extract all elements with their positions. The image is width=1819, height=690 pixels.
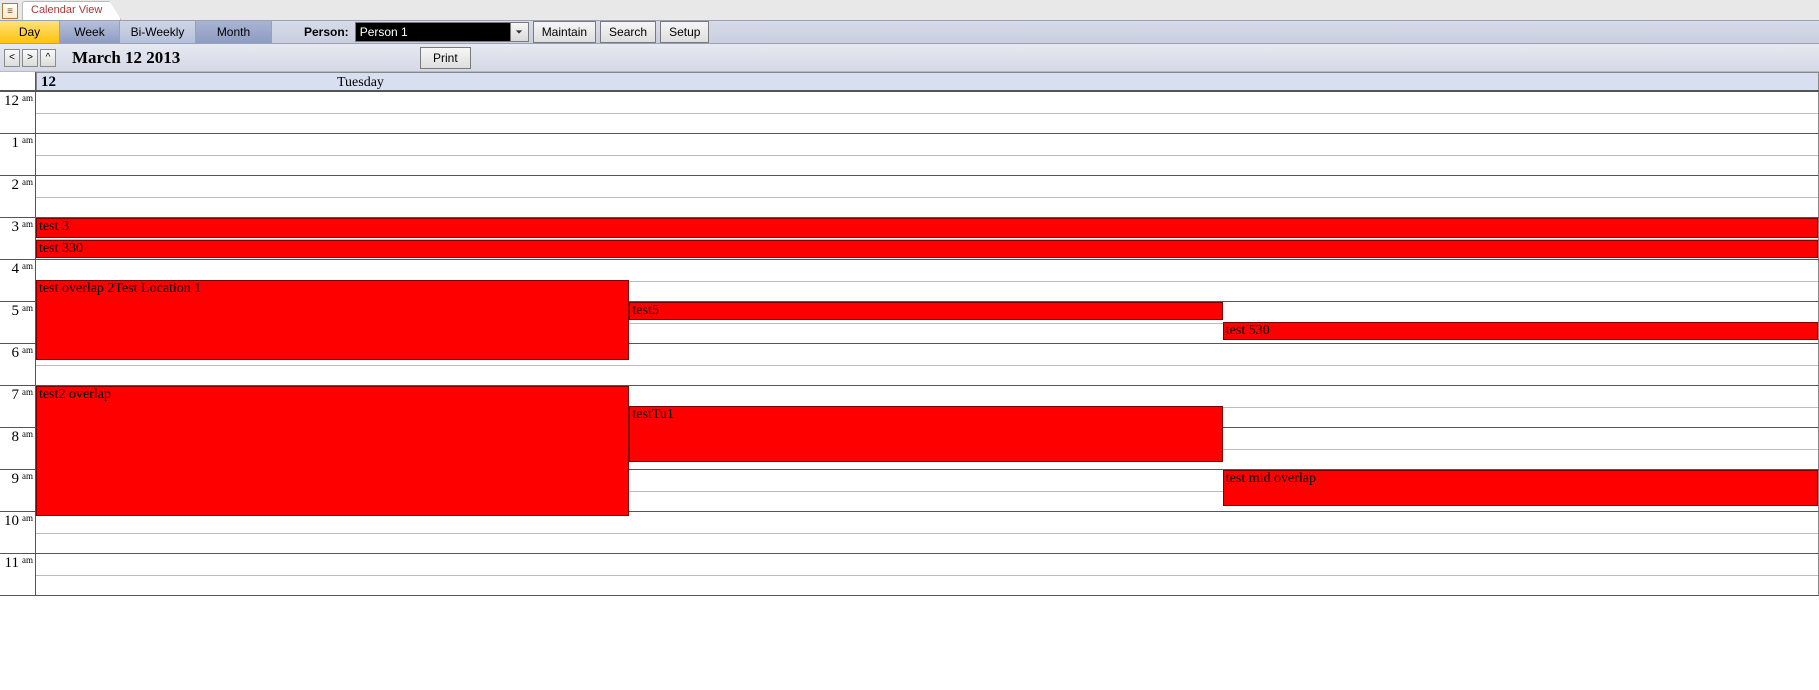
print-button-label: Print: [433, 51, 458, 65]
chevron-down-icon: [515, 28, 523, 36]
maintain-button[interactable]: Maintain: [533, 21, 596, 43]
date-title: March 12 2013: [72, 48, 180, 68]
calendar-grid: 12 am1 am2 am3 am4 am5 am6 am7 am8 am9 a…: [0, 92, 1819, 596]
time-label: 7 am: [0, 386, 36, 428]
time-column-header: [0, 72, 36, 90]
calendar-event[interactable]: testTu1: [629, 406, 1222, 462]
maintain-button-label: Maintain: [542, 25, 587, 39]
view-tab-day-label: Day: [19, 25, 40, 39]
toolbar: Day Week Bi-Weekly Month Person: Maintai…: [0, 20, 1819, 44]
person-combo[interactable]: [355, 22, 529, 42]
print-button[interactable]: Print: [420, 47, 471, 69]
person-input[interactable]: [356, 23, 510, 41]
time-label: 5 am: [0, 302, 36, 344]
setup-button[interactable]: Setup: [660, 21, 709, 43]
day-number: 12: [41, 74, 56, 91]
time-label: 11 am: [0, 554, 36, 596]
calendar-event[interactable]: test5: [629, 302, 1222, 320]
person-label: Person:: [304, 25, 349, 39]
calendar-event[interactable]: test 530: [1223, 322, 1818, 340]
time-label: 9 am: [0, 470, 36, 512]
calendar-event[interactable]: test 3: [36, 218, 1818, 238]
view-tab-biweekly-label: Bi-Weekly: [131, 25, 185, 39]
search-button[interactable]: Search: [600, 21, 656, 43]
view-tab-week-label: Week: [74, 25, 104, 39]
view-tabs: Day Week Bi-Weekly Month: [0, 21, 272, 43]
access-form-icon: ≡: [2, 3, 18, 19]
chevron-left-icon: <: [9, 52, 15, 63]
time-label: 4 am: [0, 260, 36, 302]
time-label: 3 am: [0, 218, 36, 260]
nav-next-button[interactable]: >: [22, 49, 38, 67]
document-tab-calendar[interactable]: Calendar View: [22, 1, 121, 20]
nav-row: < > ^ March 12 2013 Print: [0, 44, 1819, 72]
events-layer: test 3 test 330 test overlap 2Test Locatio…: [36, 92, 1818, 596]
calendar-event[interactable]: test 330: [36, 240, 1818, 258]
day-column-header[interactable]: 12 Tuesday: [36, 72, 1819, 90]
time-label: 8 am: [0, 428, 36, 470]
setup-button-label: Setup: [669, 25, 700, 39]
view-tab-month-label: Month: [217, 25, 250, 39]
time-label: 2 am: [0, 176, 36, 218]
nav-prev-button[interactable]: <: [4, 49, 20, 67]
chevron-right-icon: >: [27, 52, 33, 63]
view-tab-week[interactable]: Week: [60, 21, 120, 43]
calendar-event[interactable]: test2 overlap: [36, 386, 629, 516]
document-tabstrip: ≡ Calendar View: [0, 0, 1819, 20]
day-name: Tuesday: [337, 75, 384, 91]
nav-up-button[interactable]: ^: [40, 49, 56, 67]
day-header-row: 12 Tuesday: [0, 72, 1819, 92]
caret-up-icon: ^: [46, 52, 51, 63]
time-label: 1 am: [0, 134, 36, 176]
view-tab-month[interactable]: Month: [196, 21, 272, 43]
calendar-event[interactable]: test mid overlap: [1223, 470, 1818, 506]
calendar-event[interactable]: test overlap 2Test Location 1: [36, 280, 629, 360]
person-dropdown-button[interactable]: [510, 23, 528, 41]
document-tab-label: Calendar View: [31, 4, 102, 16]
time-label: 10 am: [0, 512, 36, 554]
view-tab-biweekly[interactable]: Bi-Weekly: [120, 21, 196, 43]
search-button-label: Search: [609, 25, 647, 39]
time-label: 12 am: [0, 92, 36, 134]
view-tab-day[interactable]: Day: [0, 21, 60, 43]
time-label: 6 am: [0, 344, 36, 386]
